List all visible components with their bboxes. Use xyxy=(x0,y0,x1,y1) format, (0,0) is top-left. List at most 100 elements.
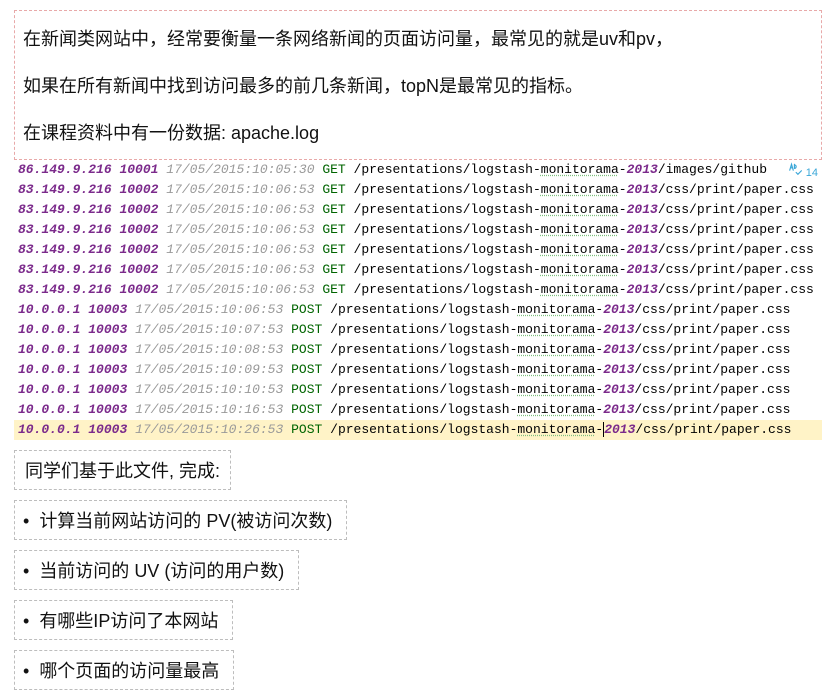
log-timestamp: 17/05/2015:10:05:30 xyxy=(166,162,314,177)
log-path: /presentations/logstash-monitorama-2013/… xyxy=(354,222,814,237)
subtitle: 同学们基于此文件, 完成: xyxy=(14,450,231,490)
log-block: 14 86.149.9.216 10001 17/05/2015:10:05:3… xyxy=(14,160,822,440)
log-port: 10003 xyxy=(88,322,127,337)
log-path: /presentations/logstash-monitorama-2013/… xyxy=(330,402,790,417)
log-method: POST xyxy=(291,342,322,357)
log-timestamp: 17/05/2015:10:08:53 xyxy=(135,342,283,357)
log-ip: 10.0.0.1 xyxy=(18,362,80,377)
log-timestamp: 17/05/2015:10:07:53 xyxy=(135,322,283,337)
log-path: /presentations/logstash-monitorama-2013/… xyxy=(330,302,790,317)
task-text: 计算当前网站访问的 PV(被访问次数) xyxy=(39,511,332,531)
log-timestamp: 17/05/2015:10:26:53 xyxy=(135,422,283,437)
log-port: 10002 xyxy=(119,222,158,237)
log-path: /presentations/logstash-monitorama-2013/… xyxy=(354,282,814,297)
log-method: POST xyxy=(291,382,322,397)
log-row: 83.149.9.216 10002 17/05/2015:10:06:53 G… xyxy=(14,220,822,240)
task-text: 有哪些IP访问了本网站 xyxy=(39,611,218,631)
bullet-icon: • xyxy=(23,511,29,531)
subtitle-section: 同学们基于此文件, 完成: xyxy=(14,450,822,490)
intro-box: 在新闻类网站中，经常要衡量一条网络新闻的页面访问量，最常见的就是uv和pv， 如… xyxy=(14,10,822,160)
intro-paragraph-2: 如果在所有新闻中找到访问最多的前几条新闻，topN是最常见的指标。 xyxy=(23,72,813,101)
task-text: 哪个页面的访问量最高 xyxy=(39,661,219,681)
log-method: POST xyxy=(291,322,322,337)
log-ip: 10.0.0.1 xyxy=(18,422,80,437)
log-path: /presentations/logstash-monitorama-2013/… xyxy=(330,362,790,377)
log-method: GET xyxy=(322,222,345,237)
log-timestamp: 17/05/2015:10:06:53 xyxy=(166,262,314,277)
log-port: 10002 xyxy=(119,202,158,217)
log-method: POST xyxy=(291,402,322,417)
log-timestamp: 17/05/2015:10:10:53 xyxy=(135,382,283,397)
log-path: /presentations/logstash-monitorama-2013/… xyxy=(330,382,790,397)
log-path: /presentations/logstash-monitorama-2013/… xyxy=(354,162,768,177)
log-timestamp: 17/05/2015:10:06:53 xyxy=(166,182,314,197)
log-method: POST xyxy=(291,302,322,317)
code-badge: 14 xyxy=(788,162,818,183)
task-item: •当前访问的 UV (访问的用户数) xyxy=(14,550,822,590)
log-row: 10.0.0.1 10003 17/05/2015:10:26:53 POST … xyxy=(14,420,822,440)
log-ip: 10.0.0.1 xyxy=(18,342,80,357)
log-port: 10003 xyxy=(88,362,127,377)
spellcheck-icon xyxy=(788,162,802,183)
log-row: 10.0.0.1 10003 17/05/2015:10:06:53 POST … xyxy=(14,300,822,320)
log-timestamp: 17/05/2015:10:06:53 xyxy=(166,242,314,257)
bullet-icon: • xyxy=(23,561,29,581)
log-method: GET xyxy=(322,182,345,197)
log-row: 83.149.9.216 10002 17/05/2015:10:06:53 G… xyxy=(14,180,822,200)
log-port: 10001 xyxy=(119,162,158,177)
log-row: 10.0.0.1 10003 17/05/2015:10:07:53 POST … xyxy=(14,320,822,340)
code-badge-number: 14 xyxy=(806,163,818,183)
log-timestamp: 17/05/2015:10:06:53 xyxy=(166,282,314,297)
task-item: •哪个页面的访问量最高 xyxy=(14,650,822,690)
log-timestamp: 17/05/2015:10:06:53 xyxy=(166,202,314,217)
log-ip: 83.149.9.216 xyxy=(18,182,112,197)
log-ip: 83.149.9.216 xyxy=(18,282,112,297)
log-port: 10002 xyxy=(119,182,158,197)
log-timestamp: 17/05/2015:10:06:53 xyxy=(166,222,314,237)
log-path: /presentations/logstash-monitorama-2013/… xyxy=(354,262,814,277)
log-method: GET xyxy=(322,242,345,257)
log-port: 10003 xyxy=(88,302,127,317)
log-ip: 10.0.0.1 xyxy=(18,402,80,417)
log-row: 10.0.0.1 10003 17/05/2015:10:16:53 POST … xyxy=(14,400,822,420)
log-method: POST xyxy=(291,422,322,437)
log-port: 10003 xyxy=(88,382,127,397)
log-ip: 10.0.0.1 xyxy=(18,302,80,317)
log-row: 83.149.9.216 10002 17/05/2015:10:06:53 G… xyxy=(14,200,822,220)
log-ip: 10.0.0.1 xyxy=(18,322,80,337)
log-port: 10002 xyxy=(119,282,158,297)
log-row: 10.0.0.1 10003 17/05/2015:10:09:53 POST … xyxy=(14,360,822,380)
bullet-icon: • xyxy=(23,611,29,631)
log-timestamp: 17/05/2015:10:06:53 xyxy=(135,302,283,317)
log-path: /presentations/logstash-monitorama-2013/… xyxy=(330,422,791,437)
log-ip: 83.149.9.216 xyxy=(18,222,112,237)
log-path: /presentations/logstash-monitorama-2013/… xyxy=(354,182,814,197)
intro-paragraph-3: 在课程资料中有一份数据: apache.log xyxy=(23,119,813,148)
log-ip: 10.0.0.1 xyxy=(18,382,80,397)
log-port: 10002 xyxy=(119,242,158,257)
log-ip: 83.149.9.216 xyxy=(18,202,112,217)
log-port: 10003 xyxy=(88,422,127,437)
log-method: GET xyxy=(322,262,345,277)
log-method: GET xyxy=(322,282,345,297)
log-row: 86.149.9.216 10001 17/05/2015:10:05:30 G… xyxy=(14,160,822,180)
log-path: /presentations/logstash-monitorama-2013/… xyxy=(354,242,814,257)
log-row: 83.149.9.216 10002 17/05/2015:10:06:53 G… xyxy=(14,240,822,260)
task-item: • 有哪些IP访问了本网站 xyxy=(14,600,822,640)
log-timestamp: 17/05/2015:10:16:53 xyxy=(135,402,283,417)
log-path: /presentations/logstash-monitorama-2013/… xyxy=(330,342,790,357)
log-row: 83.149.9.216 10002 17/05/2015:10:06:53 G… xyxy=(14,280,822,300)
log-timestamp: 17/05/2015:10:09:53 xyxy=(135,362,283,377)
log-row: 10.0.0.1 10003 17/05/2015:10:10:53 POST … xyxy=(14,380,822,400)
log-port: 10003 xyxy=(88,342,127,357)
log-port: 10003 xyxy=(88,402,127,417)
task-item: • 计算当前网站访问的 PV(被访问次数) xyxy=(14,500,822,540)
log-path: /presentations/logstash-monitorama-2013/… xyxy=(330,322,790,337)
log-port: 10002 xyxy=(119,262,158,277)
log-method: GET xyxy=(322,202,345,217)
task-list: •计算当前网站访问的 PV(被访问次数)•当前访问的 UV (访问的用户数)•有… xyxy=(14,500,822,690)
log-ip: 83.149.9.216 xyxy=(18,242,112,257)
log-ip: 83.149.9.216 xyxy=(18,262,112,277)
log-row: 83.149.9.216 10002 17/05/2015:10:06:53 G… xyxy=(14,260,822,280)
intro-paragraph-1: 在新闻类网站中，经常要衡量一条网络新闻的页面访问量，最常见的就是uv和pv， xyxy=(23,25,813,54)
